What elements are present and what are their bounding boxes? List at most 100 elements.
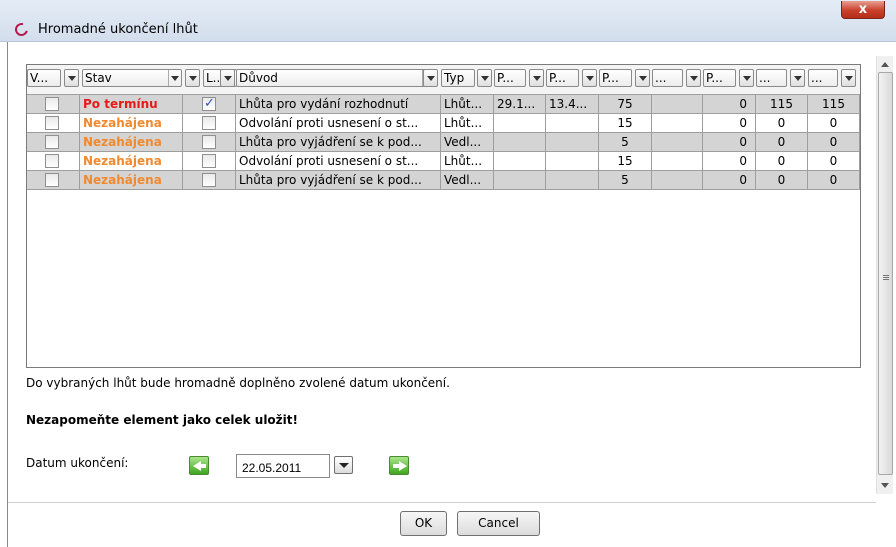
row-checkbox[interactable]	[202, 116, 216, 130]
row-checkbox[interactable]	[45, 154, 59, 168]
header-duvod[interactable]: Důvod	[236, 69, 436, 87]
status-cell: Po termínu	[80, 95, 183, 114]
filter-dropdown-icon[interactable]	[423, 69, 438, 87]
c9-cell	[652, 171, 703, 190]
header-c12[interactable]: ...	[808, 69, 838, 87]
reason-cell: Lhůta pro vyjádření se k pod...	[236, 133, 441, 152]
c9-cell	[652, 152, 703, 171]
row-checkbox[interactable]	[45, 173, 59, 187]
header-c9[interactable]: ...	[652, 69, 683, 87]
previous-day-button[interactable]	[189, 456, 209, 475]
header-c11[interactable]: ...	[756, 69, 787, 87]
scroll-down-icon[interactable]	[881, 483, 889, 488]
cancel-button[interactable]: Cancel	[457, 511, 540, 536]
header-label: ...	[655, 71, 667, 85]
filter-dropdown-icon[interactable]	[635, 69, 650, 87]
window-title: Hromadné ukončení lhůt	[38, 22, 198, 37]
c11-cell: 0	[756, 133, 808, 152]
c11-cell: 115	[756, 95, 808, 114]
next-day-button[interactable]	[389, 456, 409, 475]
filter-dropdown-icon[interactable]	[220, 69, 235, 87]
filter-dropdown-icon[interactable]	[790, 69, 805, 87]
table-row[interactable]: Nezahájena Odvolání proti usnesení o st.…	[27, 152, 860, 171]
p4-cell: 0	[703, 95, 756, 114]
filter-dropdown-icon[interactable]	[185, 69, 200, 87]
table-row[interactable]: Nezahájena Lhůta pro vyjádření se k pod.…	[27, 133, 860, 152]
scroll-up-icon[interactable]	[881, 62, 889, 67]
c12-cell: 0	[808, 133, 860, 152]
filter-dropdown-icon[interactable]	[686, 69, 701, 87]
end-date-label: Datum ukončení:	[26, 456, 129, 470]
row-checkbox[interactable]	[45, 135, 59, 149]
status-cell: Nezahájena	[80, 133, 183, 152]
filter-dropdown-icon[interactable]	[582, 69, 597, 87]
row-checkbox[interactable]	[202, 173, 216, 187]
p4-cell: 0	[703, 171, 756, 190]
row-checkbox[interactable]	[45, 97, 59, 111]
header-p3[interactable]: P...	[599, 69, 632, 87]
l-cell[interactable]	[183, 95, 236, 114]
c9-cell	[652, 95, 703, 114]
header-p2[interactable]: P...	[546, 69, 579, 87]
p2-cell	[546, 133, 599, 152]
header-v[interactable]: V...	[27, 69, 61, 87]
scrollbar-thumb[interactable]	[878, 72, 893, 475]
type-cell: Lhůt...	[441, 95, 494, 114]
header-p1[interactable]: P...	[494, 69, 526, 87]
table-row[interactable]: Nezahájena Odvolání proti usnesení o st.…	[27, 114, 860, 133]
filter-dropdown-icon[interactable]	[841, 69, 856, 87]
checkbox-checked[interactable]	[202, 95, 216, 113]
l-cell[interactable]	[183, 171, 236, 190]
reason-cell: Lhůta pro vyjádření se k pod...	[236, 171, 441, 190]
header-label: P...	[497, 71, 514, 85]
select-cell[interactable]	[27, 152, 80, 171]
type-cell: Vedl...	[441, 133, 494, 152]
header-label: ...	[759, 71, 771, 85]
select-cell[interactable]	[27, 171, 80, 190]
row-checkbox[interactable]	[45, 116, 59, 130]
header-stav[interactable]: Stav	[82, 69, 182, 87]
deadlines-table: V... Stav L... Důvod Typ P... P... P... …	[26, 64, 861, 368]
reason-cell: Odvolání proti usnesení o st...	[236, 114, 441, 133]
header-p4[interactable]: P...	[703, 69, 736, 87]
row-checkbox[interactable]	[202, 154, 216, 168]
filter-dropdown-icon[interactable]	[529, 69, 544, 87]
l-cell[interactable]	[183, 114, 236, 133]
select-cell[interactable]	[27, 95, 80, 114]
header-label: P...	[602, 71, 619, 85]
p4-cell: 0	[703, 133, 756, 152]
select-cell[interactable]	[27, 133, 80, 152]
ok-button[interactable]: OK	[400, 511, 447, 536]
filter-dropdown-icon[interactable]	[64, 69, 79, 87]
header-label: ...	[811, 71, 823, 85]
l-cell[interactable]	[183, 152, 236, 171]
p1-cell	[494, 171, 546, 190]
c12-cell: 0	[808, 152, 860, 171]
p3-cell: 75	[599, 95, 652, 114]
header-label: Typ	[444, 71, 465, 85]
row-checkbox[interactable]	[202, 135, 216, 149]
end-date-field[interactable]	[236, 454, 330, 478]
p2-cell	[546, 114, 599, 133]
header-label: V...	[30, 71, 49, 85]
title-bar: Hromadné ukončení lhůt x	[0, 0, 896, 42]
filter-dropdown-icon[interactable]	[477, 69, 492, 87]
calendar-dropdown-button[interactable]	[334, 456, 353, 474]
c12-cell: 0	[808, 171, 860, 190]
chevron-down-icon[interactable]	[168, 70, 180, 86]
header-typ[interactable]: Typ	[441, 69, 475, 87]
vertical-scrollbar[interactable]	[876, 56, 893, 494]
select-cell[interactable]	[27, 114, 80, 133]
reason-cell: Lhůta pro vydání rozhodnutí	[236, 95, 441, 114]
close-button[interactable]: x	[841, 1, 885, 19]
p2-cell	[546, 152, 599, 171]
app-logo-icon	[12, 20, 31, 39]
l-cell[interactable]	[183, 133, 236, 152]
table-row[interactable]: Nezahájena Lhůta pro vyjádření se k pod.…	[27, 171, 860, 190]
table-row[interactable]: Po termínu Lhůta pro vydání rozhodnutí L…	[27, 95, 860, 114]
filter-dropdown-icon[interactable]	[739, 69, 754, 87]
p4-cell: 0	[703, 152, 756, 171]
type-cell: Lhůt...	[441, 114, 494, 133]
c11-cell: 0	[756, 152, 808, 171]
header-label: Důvod	[239, 71, 278, 85]
